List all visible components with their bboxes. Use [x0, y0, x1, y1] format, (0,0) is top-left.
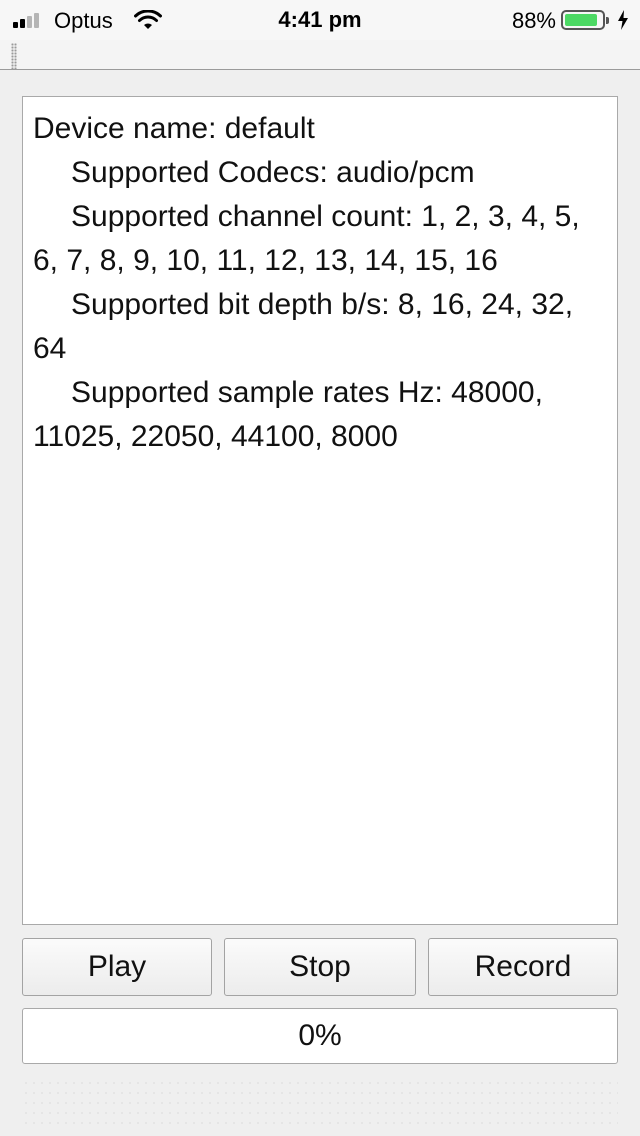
- device-name-line: Device name: default: [33, 112, 315, 145]
- stop-button[interactable]: Stop: [224, 938, 416, 996]
- battery-percent: 88%: [511, 8, 556, 33]
- wifi-icon: [134, 10, 162, 29]
- charging-bolt-icon: [618, 10, 628, 30]
- sample-rates-line: Supported sample rates Hz: 48000, 11025,…: [33, 376, 543, 453]
- device-info-output[interactable]: Device name: default Supported Codecs: a…: [22, 96, 618, 925]
- channel-count-line: Supported channel count: 1, 2, 3, 4, 5, …: [33, 200, 580, 277]
- progress-bar: 0%: [22, 1008, 618, 1064]
- toolbar: [0, 40, 640, 70]
- toolbar-drag-handle[interactable]: [11, 43, 17, 69]
- record-button[interactable]: Record: [428, 938, 618, 996]
- status-bar: Optus 4:41 pm 88%: [0, 0, 640, 40]
- codecs-line: Supported Codecs: audio/pcm: [71, 156, 475, 189]
- bottom-grip: [22, 1078, 618, 1128]
- battery-icon: [561, 10, 609, 30]
- progress-text: 0%: [298, 1019, 342, 1052]
- carrier-name: Optus: [54, 8, 113, 33]
- battery-fill: [565, 14, 597, 26]
- play-button[interactable]: Play: [22, 938, 212, 996]
- cellular-signal-icon: [13, 12, 47, 28]
- bit-depth-line: Supported bit depth b/s: 8, 16, 24, 32, …: [33, 288, 574, 365]
